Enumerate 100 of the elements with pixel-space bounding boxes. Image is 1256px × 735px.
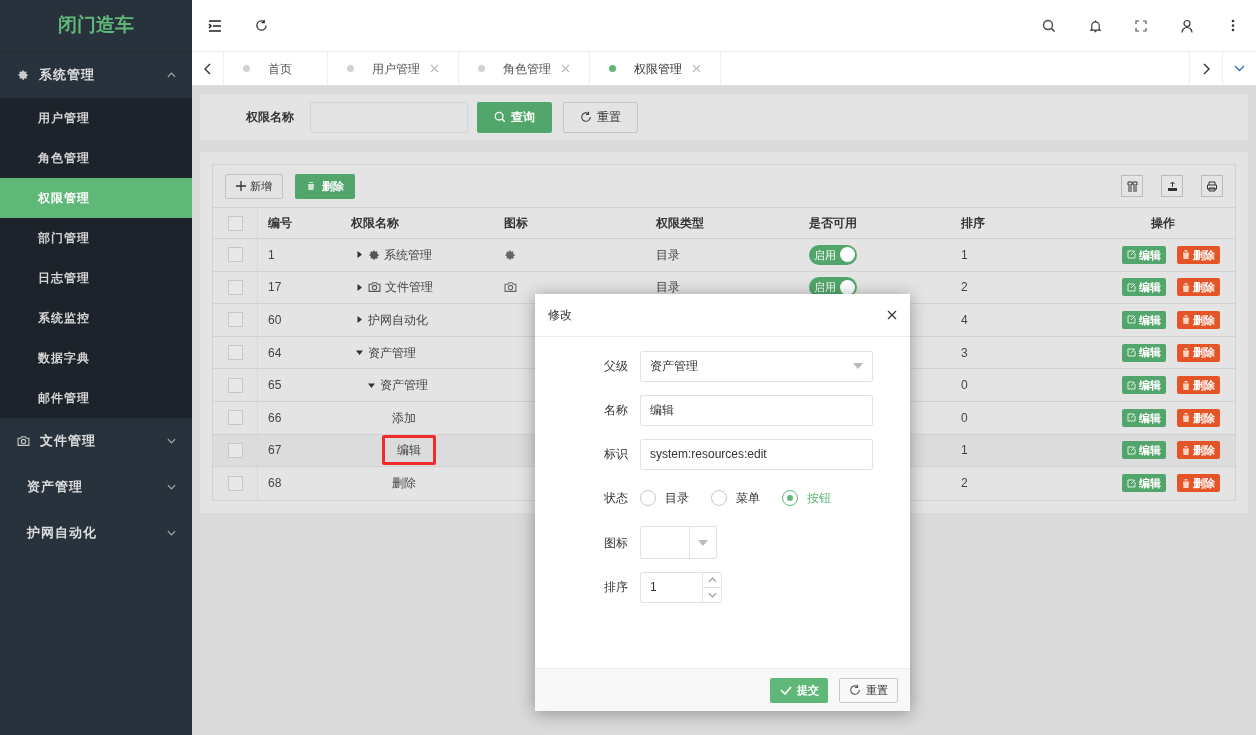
delete-button[interactable]: 删除 [1177, 278, 1220, 297]
caret-right-icon[interactable] [355, 315, 364, 325]
gear-icon [368, 248, 380, 261]
field-label: 标识 [603, 446, 629, 463]
table-cell: 3 [961, 345, 968, 360]
field-label: 权限名称 [246, 109, 295, 126]
column-header: 操作 [1151, 215, 1175, 232]
edit-icon [1127, 445, 1136, 455]
trash-icon [1182, 315, 1190, 325]
sidebar-group[interactable]: 资产管理 [0, 464, 192, 510]
tree-node-label[interactable]: 资产管理 [380, 376, 428, 395]
trash-icon [1182, 348, 1190, 358]
caret-up-icon [167, 72, 176, 78]
delete-button[interactable]: 删除 [1177, 343, 1220, 362]
columns-icon[interactable] [1121, 175, 1143, 197]
caret-down-icon [167, 484, 176, 490]
checkbox[interactable] [227, 377, 243, 393]
trash-icon [1182, 413, 1190, 423]
sidebar-group[interactable]: 护网自动化 [0, 510, 192, 556]
add-button[interactable]: 新增 [225, 173, 283, 199]
tree-node-label[interactable]: 添加 [392, 408, 416, 427]
trash-icon [1182, 380, 1190, 390]
caret-down-icon[interactable] [355, 348, 364, 358]
checkbox[interactable] [227, 215, 243, 231]
checkbox[interactable] [227, 410, 243, 426]
delete-button[interactable]: 删除 [1177, 311, 1220, 329]
delete-button[interactable]: 删除 [1177, 408, 1220, 427]
trash-icon [1182, 282, 1190, 292]
radio-option[interactable]: 目录 [640, 489, 689, 507]
gear-icon [504, 248, 516, 261]
table-cell: 目录 [656, 247, 680, 262]
sidebar-item[interactable]: 数据字典 [0, 338, 192, 378]
tree-node-label[interactable]: 删除 [392, 474, 416, 493]
search-icon [494, 111, 506, 123]
table-cell: 2 [961, 476, 968, 491]
print-icon[interactable] [1201, 175, 1223, 197]
page-tab[interactable]: 角色管理 [459, 52, 590, 85]
table-cell: 2 [961, 280, 968, 295]
sidebar-item[interactable]: 角色管理 [0, 138, 192, 178]
table-cell: 0 [961, 378, 968, 393]
input-field[interactable]: 编辑 [640, 394, 873, 426]
caret-right-icon[interactable] [355, 282, 364, 292]
column-header: 编号 [268, 216, 292, 230]
trash-icon [1182, 478, 1190, 488]
checkbox[interactable] [227, 345, 243, 361]
table-cell: 64 [268, 345, 282, 360]
sidebar-item[interactable]: 用户管理 [0, 98, 192, 138]
tree-node-label[interactable]: 编辑 [382, 435, 436, 466]
caret-right-icon[interactable] [355, 250, 364, 260]
page-tab[interactable]: 用户管理 [328, 52, 459, 85]
app-logo: 闭门造车 [58, 13, 134, 38]
field-label: 父级 [603, 358, 629, 375]
page-tab[interactable]: 权限管理 [590, 52, 721, 85]
trash-icon [306, 181, 316, 191]
export-icon[interactable] [1161, 175, 1183, 197]
input-field[interactable]: system:resources:edit [640, 438, 873, 470]
checkbox[interactable] [227, 247, 243, 263]
delete-button[interactable]: 删除 [1177, 376, 1220, 395]
gear-icon [17, 69, 29, 81]
select-field[interactable]: 资产管理 [640, 350, 873, 382]
delete-button[interactable]: 删除 [1177, 441, 1220, 460]
table-cell: 4 [961, 313, 968, 327]
edit-icon [1127, 478, 1136, 488]
checkbox[interactable] [227, 475, 243, 491]
tree-node-label[interactable]: 护网自动化 [368, 311, 428, 329]
icon-select-field[interactable] [640, 526, 717, 559]
sidebar-item[interactable]: 部门管理 [0, 218, 192, 258]
page-tab[interactable]: 首页 [224, 52, 328, 85]
tree-node-label[interactable]: 系统管理 [384, 245, 432, 264]
dropdown-arrow-icon[interactable] [698, 539, 708, 546]
sidebar-item[interactable]: 日志管理 [0, 258, 192, 298]
caret-down-icon [707, 591, 717, 598]
field-label: 状态 [603, 490, 629, 507]
sidebar-group[interactable]: 文件管理 [0, 418, 192, 464]
reset-button[interactable]: 重置 [563, 101, 638, 133]
sidebar-item[interactable]: 邮件管理 [0, 378, 192, 418]
column-header: 权限名称 [351, 216, 399, 230]
table-cell: 17 [268, 280, 282, 295]
refresh-icon [849, 684, 861, 696]
dropdown-arrow-icon[interactable] [853, 363, 863, 369]
table-cell: 1 [961, 443, 968, 458]
checkbox[interactable] [227, 442, 243, 458]
number-field[interactable]: 1 [640, 571, 722, 603]
delete-button[interactable]: 删除 [1177, 474, 1220, 493]
refresh-icon [580, 111, 592, 123]
checkbox[interactable] [227, 312, 243, 328]
field-label: 图标 [603, 534, 629, 552]
checkbox[interactable] [227, 279, 243, 295]
table-cell: 66 [268, 410, 282, 425]
sidebar-item[interactable]: 系统监控 [0, 298, 192, 338]
tree-node-label[interactable]: 文件管理 [385, 278, 433, 297]
field-label: 排序 [603, 579, 629, 596]
check-icon [779, 685, 792, 695]
tree-node-label[interactable]: 资产管理 [368, 343, 416, 362]
close-icon[interactable] [887, 310, 897, 320]
table-cell: 目录 [656, 280, 680, 295]
reset-button[interactable]: 重置 [839, 677, 898, 703]
caret-down-icon [167, 530, 176, 536]
delete-button[interactable]: 删除 [1177, 245, 1220, 264]
radio-option[interactable]: 菜单 [711, 489, 760, 507]
